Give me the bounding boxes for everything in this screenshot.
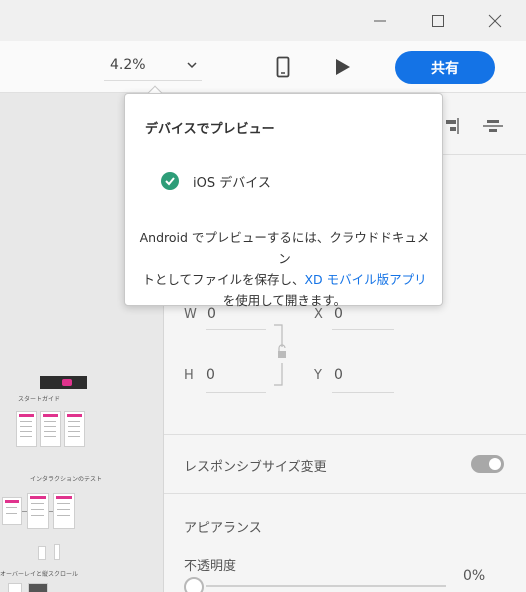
share-button[interactable]: 共有 (395, 51, 495, 84)
message-line-2: トとしてファイルを保存し、XD モバイル版アプリ (137, 269, 432, 290)
height-input[interactable]: 0 (206, 367, 215, 383)
opacity-slider-thumb[interactable] (184, 577, 204, 592)
logo-artboard (40, 376, 87, 389)
close-window-button[interactable] (481, 8, 509, 34)
maximize-icon (432, 15, 444, 27)
desktop-preview-button[interactable] (330, 53, 354, 81)
maximize-button[interactable] (424, 8, 452, 34)
appearance-heading: アピアランス (184, 521, 262, 536)
popover-message: Android でプレビューするには、クラウドドキュメン トとしてファイルを保存… (137, 227, 432, 311)
minimize-icon (374, 20, 386, 22)
responsive-resize-label: レスポンシブサイズ変更 (184, 460, 327, 475)
y-input[interactable]: 0 (334, 367, 343, 383)
zoom-value: 4.2% (110, 57, 146, 73)
device-preview-popover: デバイスでプレビュー iOS デバイス Android でプレビューするには、ク… (124, 93, 443, 308)
popover-title: デバイスでプレビュー (145, 122, 275, 137)
artboard-thumbnail[interactable] (16, 411, 37, 447)
message-line-3: を使用して開きます。 (222, 293, 347, 308)
ios-device-item[interactable]: iOS デバイス (161, 170, 271, 192)
artboard-thumbnail[interactable] (54, 544, 60, 560)
responsive-resize-toggle[interactable] (471, 455, 504, 473)
message-line-1: Android でプレビューするには、クラウドドキュメン (139, 230, 430, 266)
artboard-thumbnail[interactable] (38, 546, 46, 560)
artboard-title-interaction: インタラクションのテスト (30, 476, 103, 483)
title-bar (0, 0, 526, 41)
check-circle-icon (161, 172, 179, 190)
artboard-thumbnail[interactable] (8, 583, 22, 592)
artboard-title-start: スタートガイド (18, 396, 61, 403)
zoom-select[interactable]: 4.2% (104, 51, 202, 81)
opacity-value[interactable]: 0% (463, 568, 485, 584)
play-icon (336, 59, 350, 75)
y-label: Y (314, 368, 322, 383)
artboard-thumbnail[interactable] (53, 493, 75, 529)
mobile-device-icon (276, 56, 290, 78)
artboard-thumbnail[interactable] (2, 497, 22, 525)
close-icon (488, 14, 502, 28)
artboard-thumbnail[interactable] (64, 411, 85, 447)
opacity-label: 不透明度 (184, 559, 237, 574)
artboard-thumbnail[interactable] (27, 493, 49, 529)
align-center-icon[interactable] (482, 117, 504, 135)
artboard-thumbnail[interactable] (28, 583, 48, 592)
xd-mobile-app-link[interactable]: XD モバイル版アプリ (304, 272, 426, 287)
artboard-thumbnail[interactable] (40, 411, 61, 447)
device-label: iOS デバイス (193, 175, 271, 191)
artboard-title-overlay: オーバーレイと縦スクロール (0, 571, 78, 578)
device-preview-button[interactable] (272, 53, 294, 81)
message-line-2-text: トとしてファイルを保存し、 (142, 272, 305, 287)
chevron-down-icon (187, 62, 197, 69)
link-proportion-icon[interactable] (272, 323, 286, 387)
height-label: H (184, 368, 194, 383)
opacity-slider-track[interactable] (206, 585, 446, 587)
minimize-button[interactable] (366, 8, 394, 34)
align-right-icon[interactable] (440, 117, 460, 135)
